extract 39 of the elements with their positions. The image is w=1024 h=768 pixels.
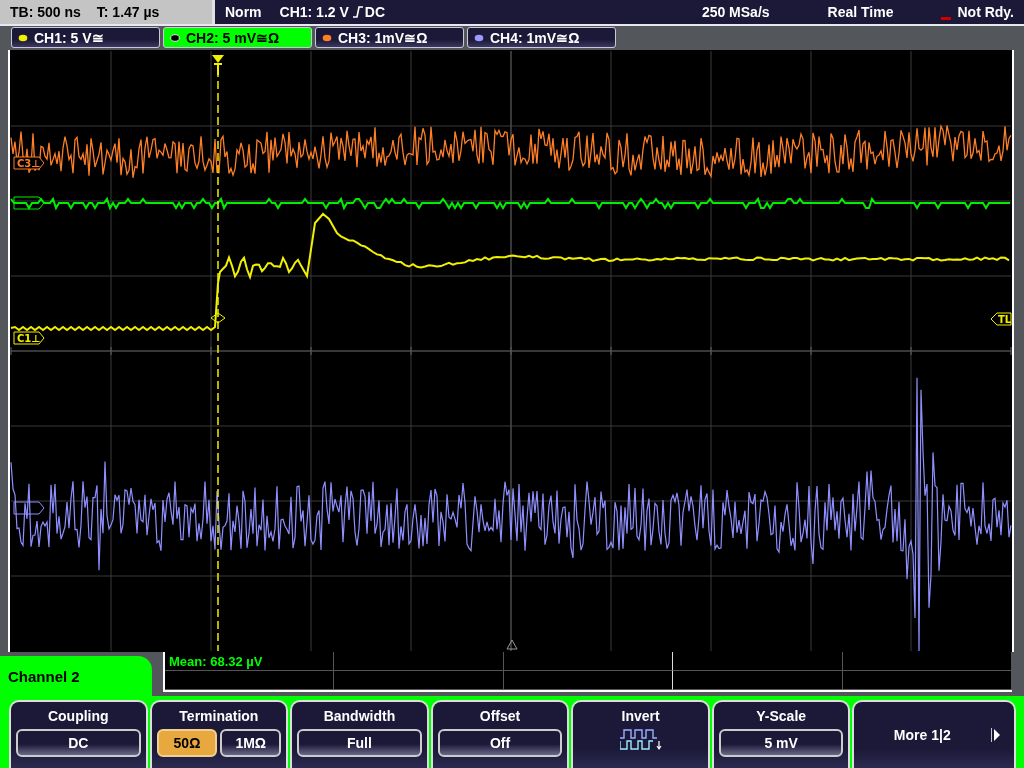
measurement-value: Mean: 68.32 µV	[169, 653, 263, 669]
softkey-value-button[interactable]: Off	[437, 729, 563, 757]
trigger-coupling-text: DC	[364, 4, 386, 20]
channel-tab[interactable]: CH4: 1mV≅Ω	[467, 27, 616, 48]
menu-title: Channel 2	[8, 667, 80, 685]
channel-tab[interactable]: CH1: 5 V≅	[11, 27, 160, 48]
option-button[interactable]: 1MΩ	[220, 729, 282, 757]
more-softkey[interactable]: More 1|2	[852, 700, 1017, 768]
softkey[interactable]: Invert	[571, 700, 710, 768]
softkey-label: Bandwidth	[323, 708, 396, 724]
trigger-mode-text: Norm	[225, 4, 262, 20]
trigger-offset-icon	[506, 639, 518, 650]
channel-marker-icon	[13, 196, 45, 210]
trigger-time-text: T: 1.47 µs	[96, 4, 160, 20]
trigger-point-icon	[210, 312, 226, 324]
softkey-label: Coupling	[47, 708, 109, 724]
channel-marker-icon	[13, 501, 45, 515]
channel-marker: C1⊥	[13, 331, 45, 345]
softkey-value-button[interactable]: DC	[16, 729, 141, 757]
invert-waveform-icon	[619, 729, 662, 751]
option-button[interactable]: 50Ω	[156, 729, 218, 757]
status-indicator-icon	[941, 17, 952, 20]
channel-dot-icon	[170, 33, 180, 42]
rising-edge-icon	[352, 6, 363, 18]
channel-tab[interactable]: CH2: 5 mV≅Ω	[163, 27, 312, 48]
trigger-source-text: CH1: 1.2 V	[279, 4, 349, 20]
softkey-value-button[interactable]: 5 mV	[718, 729, 844, 757]
trigger-marker-icon	[212, 55, 224, 76]
softkey-label: Termination	[179, 708, 259, 724]
softkey-label: Y-Scale	[756, 708, 807, 724]
softkey-value-button[interactable]: Full	[297, 729, 422, 757]
channel-marker: C3⊥	[13, 156, 45, 170]
acquisition-state-text: Not Rdy.	[957, 4, 1014, 20]
softkey-label: Offset	[479, 708, 521, 724]
acquisition-mode-text: Real Time	[827, 4, 894, 20]
timebase-text: TB: 500 ns	[10, 4, 81, 20]
sample-rate-text: 250 MSa/s	[701, 4, 770, 20]
next-arrow-icon	[990, 728, 1000, 742]
channel-tab[interactable]: CH3: 1mV≅Ω	[315, 27, 464, 48]
